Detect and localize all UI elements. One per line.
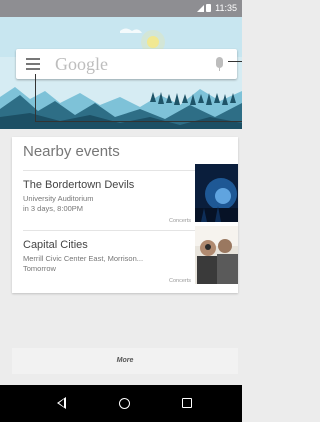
event-time: Tomorrow [23, 264, 56, 273]
status-icons: 11:35 [197, 3, 237, 13]
event-title: The Bordertown Devils [23, 179, 135, 191]
card-title: Nearby events [23, 143, 120, 160]
search-bar[interactable]: Google [16, 49, 237, 79]
event-item[interactable]: The Bordertown Devils University Auditor… [23, 171, 193, 229]
event-time: in 3 days, 8:00PM [23, 204, 84, 213]
callout-line [35, 74, 36, 121]
status-time: 11:35 [215, 3, 237, 13]
event-image[interactable] [195, 164, 238, 222]
callout-line [228, 61, 242, 62]
navigation-bar [0, 385, 242, 422]
signal-icon [197, 4, 205, 12]
callout-line [35, 121, 242, 122]
event-title: Capital Cities [23, 239, 88, 251]
home-icon[interactable] [119, 398, 130, 409]
event-image[interactable] [195, 226, 238, 284]
nearby-events-card: Nearby events The Bordertown Devils Univ… [12, 137, 238, 293]
event-category: Concerts [168, 278, 191, 284]
menu-icon[interactable] [26, 58, 40, 70]
event-venue: Merrill Civic Center East, Morrison... [23, 254, 144, 263]
event-category: Concerts [168, 218, 191, 224]
event-venue: University Auditorium [23, 194, 94, 203]
status-bar: 11:35 [0, 0, 242, 17]
microphone-icon[interactable] [216, 57, 223, 71]
back-icon[interactable] [57, 397, 66, 409]
recent-apps-icon[interactable] [182, 398, 192, 408]
search-input[interactable]: Google [55, 54, 108, 75]
more-button[interactable]: More [12, 348, 238, 374]
more-label: More [116, 357, 134, 364]
event-item[interactable]: Capital Cities Merrill Civic Center East… [23, 231, 193, 289]
battery-icon [206, 4, 212, 12]
